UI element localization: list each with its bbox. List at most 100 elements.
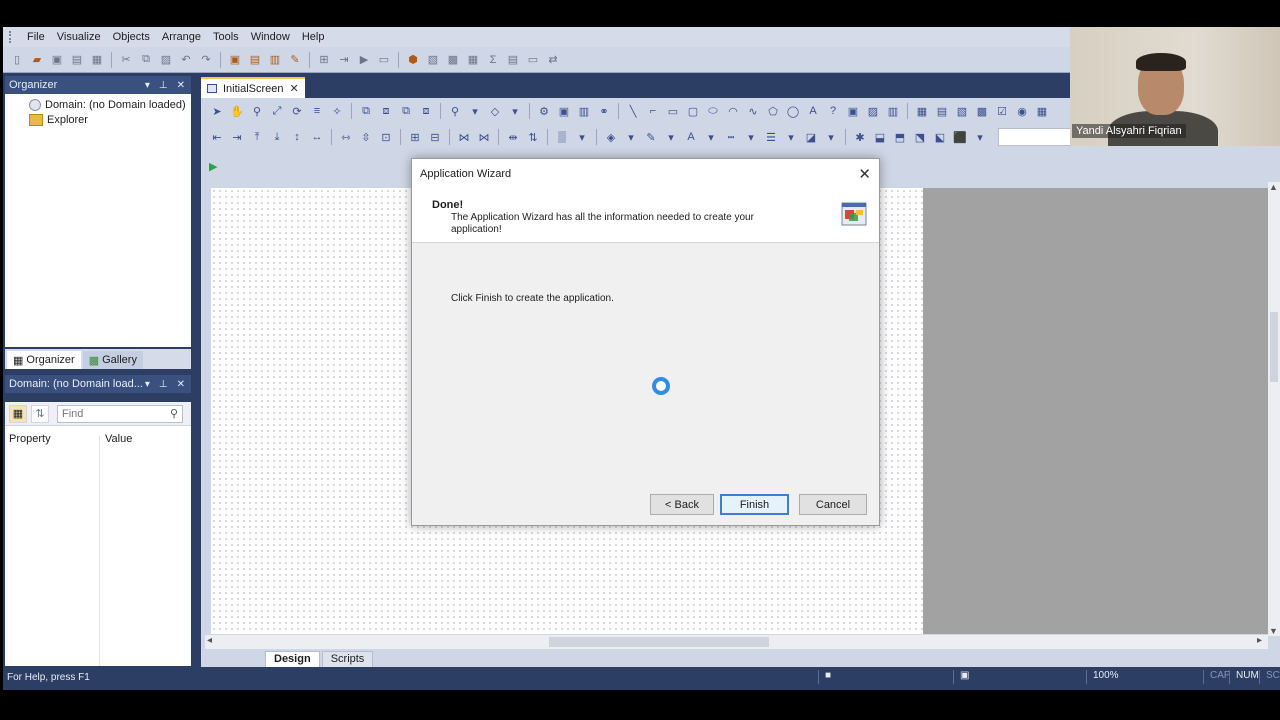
ellipse-icon[interactable]: ⬭ (705, 103, 721, 119)
tab-organizer[interactable]: ▦ Organizer (7, 351, 81, 369)
properties-icon[interactable]: ▦ (89, 52, 105, 68)
copy-icon[interactable]: ⧉ (138, 52, 154, 68)
fill-color-icon[interactable]: ◈ (603, 129, 619, 145)
align-top-icon[interactable]: ⤒ (249, 129, 265, 145)
font-color-icon[interactable]: A (683, 129, 699, 145)
table-icon[interactable]: ▦ (1034, 103, 1050, 119)
run-icon[interactable]: ▶ (209, 160, 217, 173)
categorized-icon[interactable]: ▦ (9, 404, 27, 423)
vertical-scrollbar[interactable]: ▲ ▼ (1268, 182, 1280, 636)
pan-hand-icon[interactable]: ✋ (229, 103, 245, 119)
center-vertical-icon[interactable]: ↕ (289, 129, 305, 145)
monitor-icon[interactable]: ▭ (525, 52, 541, 68)
center-horizontal-icon[interactable]: ↔ (309, 129, 325, 145)
new-file-icon[interactable]: ▯ (9, 52, 25, 68)
scroll-up-icon[interactable]: ▲ (1269, 182, 1278, 192)
menu-objects[interactable]: Objects (107, 31, 156, 43)
horizontal-scrollbar[interactable]: ◂ ▸ (205, 635, 1268, 649)
find-input[interactable] (62, 407, 162, 420)
arc-icon[interactable]: ◠ (725, 103, 741, 119)
screen-open-icon[interactable]: ▤ (247, 52, 263, 68)
refresh-icon[interactable]: ⟳ (289, 103, 305, 119)
dropdown-icon[interactable]: ▾ (743, 129, 759, 145)
pattern-icon[interactable]: ▒ (554, 129, 570, 145)
network-icon[interactable]: ⇄ (545, 52, 561, 68)
dropdown-icon[interactable]: ▾ (972, 129, 988, 145)
space-v-icon[interactable]: ⋈ (476, 129, 492, 145)
alarm-icon[interactable]: ▩ (445, 52, 461, 68)
symbol-icon[interactable]: ▦ (914, 103, 930, 119)
zoom-icon[interactable]: ⚲ (249, 103, 265, 119)
select-pointer-icon[interactable]: ➤ (209, 103, 225, 119)
search-icon[interactable]: ⚲ (170, 407, 178, 420)
dropdown-icon[interactable]: ▾ (703, 129, 719, 145)
undo-icon[interactable]: ↶ (178, 52, 194, 68)
tree-item-domain[interactable]: Domain: (no Domain loaded) (29, 97, 191, 112)
dropdown-icon[interactable]: ▾ (467, 103, 483, 119)
shadow-icon[interactable]: ◪ (803, 129, 819, 145)
line-style-icon[interactable]: ┅ (723, 129, 739, 145)
properties-icon[interactable]: ⚙ (536, 103, 552, 119)
template-icon[interactable]: ▩ (974, 103, 990, 119)
tree-item-explorer[interactable]: Explorer (29, 112, 191, 127)
animation-icon[interactable]: ✱ (852, 129, 868, 145)
bar-icon[interactable]: ⬕ (932, 129, 948, 145)
alphabetical-sort-icon[interactable]: ⇅ (31, 404, 49, 423)
link-icon[interactable]: ⚭ (596, 103, 612, 119)
close-icon[interactable]: ✕ (858, 165, 871, 183)
freehand-icon[interactable]: ∿ (745, 103, 761, 119)
line-icon[interactable]: ╲ (625, 103, 641, 119)
image-insert-icon[interactable]: ▨ (865, 103, 881, 119)
wand-icon[interactable]: ✧ (329, 103, 345, 119)
paste-icon[interactable]: ▨ (158, 52, 174, 68)
chart-icon[interactable]: ▥ (576, 103, 592, 119)
close-tab-icon[interactable]: ✕ (290, 82, 299, 95)
screen-icon[interactable]: ▣ (227, 52, 243, 68)
rectangle-icon[interactable]: ▭ (665, 103, 681, 119)
cut-icon[interactable]: ✂ (118, 52, 134, 68)
cancel-button[interactable]: Cancel (799, 494, 867, 515)
menu-file[interactable]: File (21, 31, 51, 43)
flip-h-icon[interactable]: ⇹ (505, 129, 521, 145)
menu-help[interactable]: Help (296, 31, 331, 43)
ungroup-icon[interactable]: ⧈ (378, 103, 394, 119)
space-h-icon[interactable]: ⋈ (456, 129, 472, 145)
rotate-icon[interactable]: ⬔ (912, 129, 928, 145)
align-bottom-icon[interactable]: ⤓ (269, 129, 285, 145)
bring-front-icon[interactable]: ⧉ (398, 103, 414, 119)
close-icon[interactable]: ✕ (177, 80, 185, 91)
scroll-down-icon[interactable]: ▼ (1269, 626, 1278, 636)
scrollbar-thumb[interactable] (549, 637, 769, 647)
report-icon[interactable]: ▤ (505, 52, 521, 68)
dropdown-icon[interactable]: ▾ (145, 379, 150, 390)
send-back-icon[interactable]: ⧈ (418, 103, 434, 119)
library-icon[interactable]: ▤ (934, 103, 950, 119)
scroll-right-icon[interactable]: ▸ (1257, 635, 1262, 646)
back-button[interactable]: < Back (650, 494, 714, 515)
button-icon[interactable]: ▣ (845, 103, 861, 119)
fill-icon[interactable]: ⬛ (952, 129, 968, 145)
line-color-icon[interactable]: ✎ (643, 129, 659, 145)
same-width-icon[interactable]: ⇿ (338, 129, 354, 145)
dropdown-icon[interactable]: ▾ (663, 129, 679, 145)
dropdown-icon[interactable]: ▾ (823, 129, 839, 145)
polygon-icon[interactable]: ⬠ (765, 103, 781, 119)
text-icon[interactable]: A (805, 103, 821, 119)
step-icon[interactable]: ⇥ (336, 52, 352, 68)
layer-icon[interactable]: ▧ (954, 103, 970, 119)
same-size-icon[interactable]: ⊡ (378, 129, 394, 145)
save-all-icon[interactable]: ▤ (69, 52, 85, 68)
screen-list-icon[interactable]: ▥ (267, 52, 283, 68)
save-icon[interactable]: ▣ (49, 52, 65, 68)
polyline-icon[interactable]: ⌐ (645, 103, 661, 119)
pin-icon[interactable]: ⊥ (159, 379, 168, 390)
menu-visualize[interactable]: Visualize (51, 31, 107, 43)
menu-tools[interactable]: Tools (207, 31, 245, 43)
tab-design[interactable]: Design (265, 650, 320, 668)
sum-icon[interactable]: Σ (485, 52, 501, 68)
radio-icon[interactable]: ◉ (1014, 103, 1030, 119)
grid-icon[interactable]: ⊞ (316, 52, 332, 68)
closed-curve-icon[interactable]: ◯ (785, 103, 801, 119)
distribute-h-icon[interactable]: ⊞ (407, 129, 423, 145)
align-icon[interactable]: ≡ (309, 103, 325, 119)
